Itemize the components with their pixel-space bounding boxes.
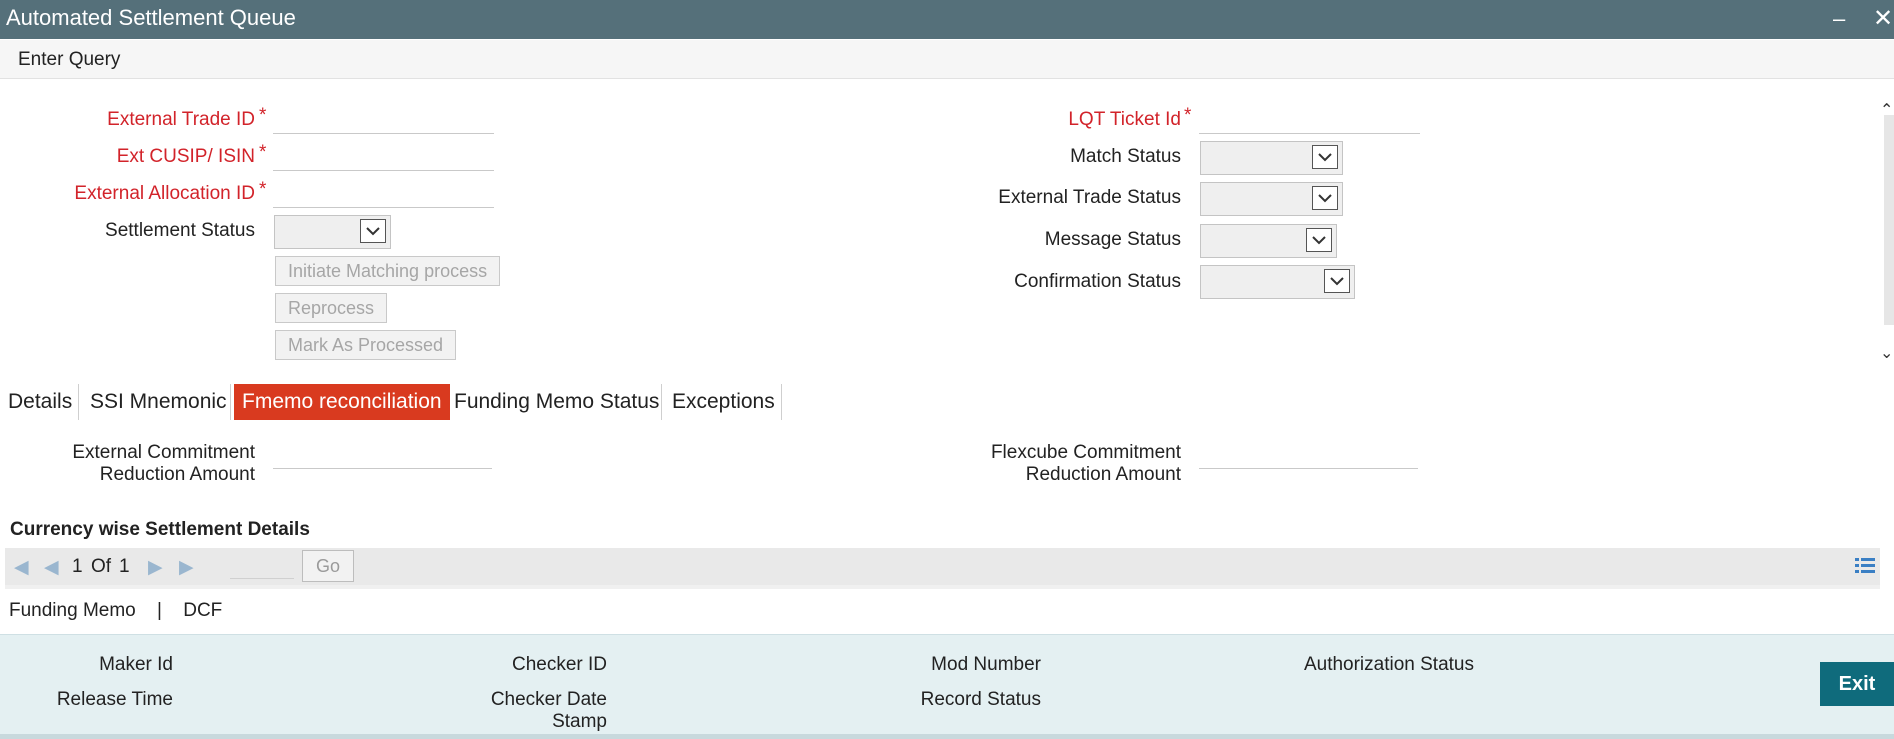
- tab-divider: [661, 384, 662, 420]
- next-page-icon[interactable]: ▶: [148, 556, 163, 579]
- external-trade-status-select[interactable]: [1200, 182, 1343, 216]
- lqt-ticket-id-label: LQT Ticket Id: [1068, 109, 1181, 130]
- last-page-icon[interactable]: ▶: [179, 556, 194, 579]
- checker-id-label: Checker ID: [511, 654, 607, 675]
- maker-id-label: Maker Id: [99, 654, 173, 675]
- release-time-label: Release Time: [56, 689, 173, 710]
- initiate-matching-button[interactable]: Initiate Matching process: [275, 256, 501, 286]
- message-status-label: Message Status: [1044, 229, 1181, 250]
- external-commitment-label-line2: Reduction Amount: [99, 464, 255, 485]
- sub-links: Funding Memo | DCF: [9, 600, 222, 622]
- mod-number-label: Mod Number: [931, 654, 1041, 675]
- section-title: Currency wise Settlement Details: [10, 519, 310, 540]
- scroll-down-icon[interactable]: ⌄: [1880, 343, 1893, 363]
- chevron-down-icon: [360, 219, 386, 243]
- record-status-label: Record Status: [920, 689, 1041, 710]
- total-pages: 1: [119, 556, 130, 577]
- settlement-status-label: Settlement Status: [105, 220, 255, 241]
- page-number-input[interactable]: [230, 556, 294, 579]
- list-view-icon[interactable]: [1855, 557, 1875, 580]
- external-allocation-id-label: External Allocation ID: [74, 183, 255, 204]
- mark-as-processed-button[interactable]: Mark As Processed: [275, 330, 457, 360]
- window-title: Automated Settlement Queue: [6, 5, 296, 30]
- dcf-link[interactable]: DCF: [183, 600, 222, 621]
- checker-date-stamp-line2: Stamp: [552, 711, 607, 732]
- title-bar: Automated Settlement Queue ‒ ✕: [0, 0, 1894, 39]
- lqt-ticket-id-input[interactable]: [1199, 109, 1420, 134]
- flexcube-commitment-label: Flexcube Commitment Reduction Amount: [991, 442, 1181, 486]
- match-status-label: Match Status: [1070, 146, 1181, 167]
- tab-funding-memo-status[interactable]: Funding Memo Status: [446, 384, 667, 420]
- scroll-up-icon[interactable]: ⌃: [1880, 100, 1893, 120]
- external-commitment-label: External Commitment Reduction Amount: [72, 442, 255, 486]
- confirmation-status-label: Confirmation Status: [1014, 271, 1181, 292]
- external-commitment-amount-input[interactable]: [273, 444, 492, 469]
- tab-fmemo-reconciliation[interactable]: Fmemo reconciliation: [234, 384, 450, 420]
- required-marker: *: [259, 105, 267, 126]
- external-commitment-label-line1: External Commitment: [72, 442, 255, 463]
- match-status-select[interactable]: [1200, 141, 1343, 175]
- flexcube-commitment-amount-input[interactable]: [1199, 444, 1418, 469]
- tab-exceptions[interactable]: Exceptions: [664, 384, 783, 420]
- chevron-down-icon: [1312, 145, 1338, 169]
- required-marker: *: [259, 179, 267, 200]
- chevron-down-icon: [1324, 269, 1350, 293]
- enter-query-menu-item[interactable]: Enter Query: [18, 49, 120, 71]
- external-trade-id-label: External Trade ID: [107, 109, 255, 130]
- exit-button[interactable]: Exit: [1820, 662, 1894, 706]
- current-page: 1: [72, 556, 83, 577]
- go-button[interactable]: Go: [302, 550, 354, 582]
- page-of-label: Of: [91, 556, 112, 577]
- tab-divider: [781, 384, 782, 420]
- previous-page-icon[interactable]: ◀: [44, 556, 59, 579]
- audit-panel: Maker Id Release Time Checker ID Checker…: [0, 634, 1894, 735]
- settlement-status-select[interactable]: [274, 215, 391, 249]
- link-separator: |: [157, 600, 162, 621]
- ext-cusip-isin-label: Ext CUSIP/ ISIN: [116, 146, 255, 167]
- vertical-scrollbar[interactable]: [1884, 115, 1894, 325]
- tab-ssi-mnemonic[interactable]: SSI Mnemonic: [82, 384, 235, 420]
- checker-date-stamp-line1: Checker Date: [490, 689, 607, 710]
- ext-cusip-isin-input[interactable]: [273, 146, 494, 171]
- bottom-border: [0, 734, 1894, 739]
- flexcube-commitment-label-line1: Flexcube Commitment: [990, 442, 1181, 463]
- external-trade-status-label: External Trade Status: [998, 187, 1181, 208]
- tab-divider: [230, 384, 231, 420]
- authorization-status-label: Authorization Status: [1303, 654, 1474, 675]
- close-icon[interactable]: ✕: [1873, 4, 1893, 33]
- flexcube-commitment-label-line2: Reduction Amount: [1025, 464, 1181, 485]
- confirmation-status-select[interactable]: [1200, 265, 1355, 299]
- menu-bar: Enter Query: [0, 40, 1894, 79]
- pagination-bar: ◀​ ◀ 1 Of 1 ▶ ▶ Go: [5, 548, 1880, 585]
- chevron-down-icon: [1312, 186, 1338, 210]
- external-allocation-id-input[interactable]: [273, 183, 494, 208]
- reprocess-button[interactable]: Reprocess: [275, 293, 388, 323]
- external-trade-id-input[interactable]: [273, 109, 494, 134]
- minimize-icon[interactable]: ‒: [1833, 6, 1845, 32]
- grid-header-strip: [5, 585, 1880, 589]
- first-page-icon[interactable]: ◀​: [14, 556, 29, 579]
- funding-memo-link[interactable]: Funding Memo: [9, 600, 136, 621]
- message-status-select[interactable]: [1200, 224, 1337, 258]
- chevron-down-icon: [1306, 228, 1332, 252]
- required-marker: *: [259, 142, 267, 163]
- tab-divider: [78, 384, 79, 420]
- required-marker: *: [1184, 105, 1192, 126]
- tab-details[interactable]: Details: [0, 384, 80, 420]
- checker-date-stamp-label: Checker Date Stamp: [491, 689, 607, 733]
